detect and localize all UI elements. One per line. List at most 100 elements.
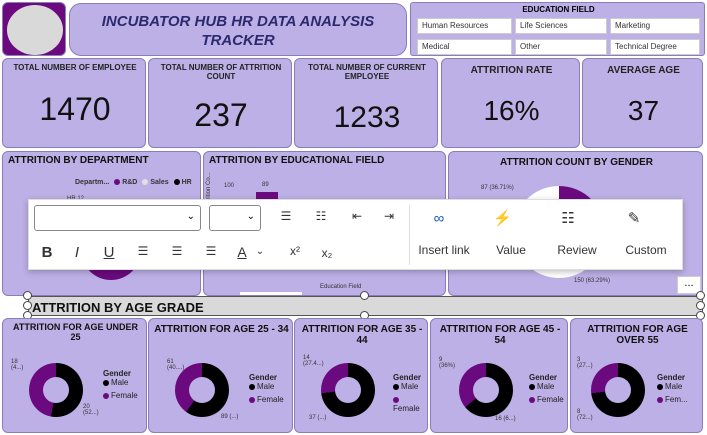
logo-tile bbox=[2, 2, 66, 56]
italic-button[interactable]: I bbox=[67, 244, 87, 261]
logo-circle bbox=[7, 5, 63, 55]
numbered-list-icon[interactable]: ☷ bbox=[311, 209, 331, 223]
filter-marketing[interactable]: Marketing bbox=[610, 18, 700, 34]
value-button[interactable]: Value bbox=[489, 243, 533, 257]
font-size-select[interactable]: ⌄ bbox=[209, 205, 261, 231]
female-dot bbox=[529, 396, 535, 403]
bullet-list-icon[interactable]: ☰ bbox=[276, 209, 296, 223]
legend-male: Male bbox=[257, 382, 275, 391]
review-button[interactable]: Review bbox=[553, 243, 601, 257]
gender-female-label: 87 (36.71%) bbox=[481, 185, 514, 191]
age-card-title: ATTRITION FOR AGE OVER 55 bbox=[587, 324, 688, 346]
link-icon: ∞ bbox=[433, 210, 445, 227]
align-right-icon[interactable]: ☰ bbox=[201, 244, 221, 258]
more-options-icon: ... bbox=[684, 277, 694, 289]
resize-handle[interactable] bbox=[360, 291, 369, 300]
font-color-button[interactable]: A bbox=[234, 244, 250, 260]
female-dot bbox=[103, 392, 109, 399]
legend-male: Male bbox=[665, 382, 683, 391]
male-dot bbox=[103, 379, 109, 386]
formatting-toolbar: ⌄ ⌄ ☰ ☷ ⇤ ⇥ B I U ☰ ☰ ☰ A ⌄ x² x₂ ∞ Inse… bbox=[28, 199, 683, 270]
donut-hole bbox=[43, 377, 69, 403]
filter-life-sciences[interactable]: Life Sciences bbox=[515, 18, 607, 34]
legend-female: Female bbox=[393, 404, 420, 413]
legend-female: Female bbox=[537, 395, 564, 404]
section-title: ATTRITION BY EDUCATIONAL FIELD bbox=[209, 155, 385, 166]
gender-legend: Gender Male Female bbox=[529, 373, 564, 404]
legend-label: Departm... bbox=[75, 179, 110, 186]
filter-technical-degree[interactable]: Technical Degree bbox=[610, 39, 700, 55]
align-center-icon[interactable]: ☰ bbox=[167, 244, 187, 258]
donut-hole bbox=[189, 377, 215, 403]
age-card: ATTRITION FOR AGE 45 - 54 9 (36%) 16 (6.… bbox=[430, 318, 568, 433]
font-family-select[interactable]: ⌄ bbox=[34, 205, 201, 231]
female-data-label: 61 (40....) bbox=[167, 359, 185, 371]
kpi-label: ATTRITION RATE bbox=[470, 65, 553, 76]
increase-indent-icon[interactable]: ⇥ bbox=[379, 209, 399, 223]
dashboard-title: INCUBATOR HUB HR DATA ANALYSIS TRACKER bbox=[69, 3, 407, 56]
filter-medical[interactable]: Medical bbox=[417, 39, 512, 55]
female-data-label: 14 (27.4...) bbox=[303, 355, 324, 367]
kpi-label: TOTAL NUMBER OF ATTRITION COUNT bbox=[160, 63, 282, 81]
female-data-label: 9 (36%) bbox=[439, 357, 456, 369]
legend-rd: R&D bbox=[122, 179, 138, 186]
male-data-label: 8 (72...) bbox=[577, 409, 593, 421]
education-field-slicer: EDUCATION FIELD Human Resources Life Sci… bbox=[410, 2, 705, 56]
male-data-label: 89 (...) bbox=[221, 414, 239, 420]
age-card: ATTRITION FOR AGE 25 - 34 61 (40....) 89… bbox=[148, 318, 293, 433]
male-data-label: 16 (6...) bbox=[495, 416, 516, 422]
legend-female: Female bbox=[257, 395, 284, 404]
resize-handle[interactable] bbox=[23, 291, 32, 300]
underline-button[interactable]: U bbox=[99, 244, 119, 261]
kpi-value: 1470 bbox=[39, 91, 111, 127]
age-donut bbox=[321, 363, 375, 417]
bold-button[interactable]: B bbox=[37, 244, 57, 261]
female-data-label: 18 (4...) bbox=[11, 359, 24, 371]
superscript-button[interactable]: x² bbox=[284, 244, 306, 258]
resize-handle[interactable] bbox=[696, 291, 705, 300]
subscript-button[interactable]: x₂ bbox=[316, 246, 338, 260]
section-title: ATTRITION BY DEPARTMENT bbox=[8, 155, 149, 166]
gender-legend: Gender Male Female bbox=[393, 373, 427, 413]
align-left-icon[interactable]: ☰ bbox=[133, 244, 153, 258]
kpi-label: AVERAGE AGE bbox=[607, 65, 680, 76]
female-dot bbox=[249, 396, 255, 403]
gender-legend: Gender Male Female bbox=[249, 373, 284, 404]
age-donut bbox=[591, 363, 645, 417]
kpi-current-employees: TOTAL NUMBER OF CURRENT EMPLOYEE 1233 bbox=[294, 58, 438, 148]
resize-handle[interactable] bbox=[696, 301, 705, 310]
male-dot bbox=[657, 383, 663, 390]
decrease-indent-icon[interactable]: ⇤ bbox=[347, 209, 367, 223]
female-dot bbox=[393, 396, 399, 403]
filter-human-resources[interactable]: Human Resources bbox=[417, 18, 512, 34]
chevron-down-icon[interactable]: ⌄ bbox=[255, 246, 265, 257]
resize-handle[interactable] bbox=[23, 301, 32, 310]
title-line-1: INCUBATOR HUB HR DATA ANALYSIS bbox=[101, 13, 375, 30]
insert-link-button[interactable]: Insert link bbox=[414, 243, 474, 257]
chevron-down-icon: ⌄ bbox=[186, 211, 195, 222]
kpi-attrition-count: TOTAL NUMBER OF ATTRITION COUNT 237 bbox=[148, 58, 292, 148]
male-data-label: 37 (...) bbox=[309, 415, 327, 421]
toolbar-divider bbox=[409, 205, 410, 265]
custom-button[interactable]: Custom bbox=[621, 243, 671, 257]
male-dot bbox=[529, 383, 535, 390]
age-card-title: ATTRITION FOR AGE 45 - 54 bbox=[439, 324, 561, 346]
lightning-icon: ⚡ bbox=[493, 210, 512, 227]
kpi-value: 237 bbox=[194, 97, 248, 133]
rd-dot bbox=[114, 179, 121, 186]
male-data-label: 20 (52...) bbox=[83, 404, 99, 416]
legend-sales: Sales bbox=[150, 179, 169, 186]
pen-icon: ✎ bbox=[627, 210, 641, 227]
gender-male-label: 150 (63.29%) bbox=[574, 278, 611, 284]
kpi-value: 16% bbox=[483, 95, 540, 126]
legend-title: Gender bbox=[393, 373, 422, 382]
kpi-label: TOTAL NUMBER OF EMPLOYEE bbox=[13, 63, 137, 72]
age-card-title: ATTRITION FOR AGE 35 - 44 bbox=[301, 324, 423, 346]
filter-other[interactable]: Other bbox=[515, 39, 607, 55]
age-donut bbox=[29, 363, 83, 417]
age-card: ATTRITION FOR AGE UNDER 25 18 (4...) 20 … bbox=[2, 318, 147, 433]
review-icon: ☷ bbox=[561, 210, 575, 227]
legend-title: Gender bbox=[103, 369, 132, 378]
male-dot bbox=[249, 383, 255, 390]
female-dot bbox=[657, 396, 663, 403]
